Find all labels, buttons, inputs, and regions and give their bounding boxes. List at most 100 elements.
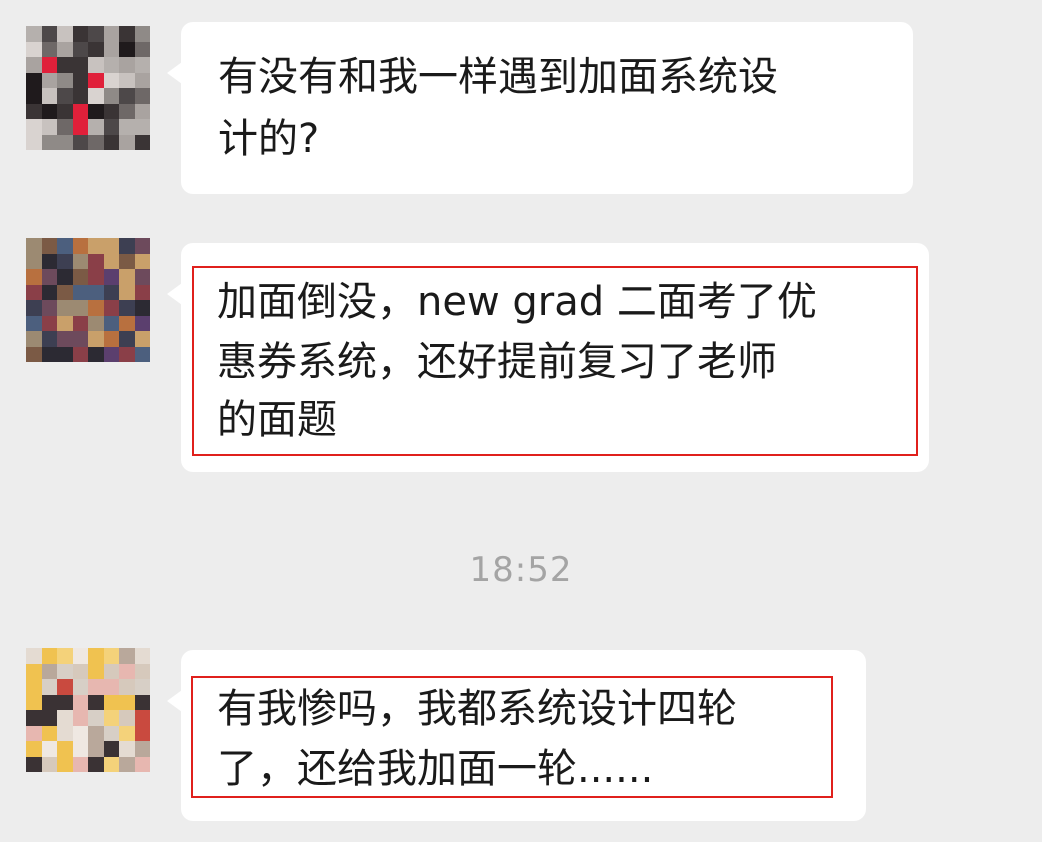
avatar-pixel xyxy=(88,238,104,254)
avatar-pixel xyxy=(119,103,135,119)
avatar-pixel xyxy=(119,648,135,664)
avatar-pixel xyxy=(88,663,104,679)
avatar-pixel xyxy=(41,238,57,254)
avatar-pixel xyxy=(134,725,150,741)
avatar-pixel xyxy=(88,88,104,104)
avatar-pixel xyxy=(88,134,104,150)
avatar-pixel xyxy=(88,300,104,316)
avatar-pixel xyxy=(41,679,57,695)
avatar-pixel xyxy=(119,346,135,362)
avatar-pixel xyxy=(88,741,104,757)
avatar-pixel xyxy=(57,253,73,269)
avatar-pixel xyxy=(88,725,104,741)
avatar-pixel xyxy=(41,57,57,73)
avatar-pixel xyxy=(57,315,73,331)
avatar-pixel xyxy=(119,269,135,285)
avatar-pixel xyxy=(103,103,119,119)
message-line: 加面倒没，new grad 二面考了优 xyxy=(217,279,817,325)
avatar-pixel xyxy=(72,663,88,679)
avatar-pixel xyxy=(72,756,88,772)
avatar-pixel xyxy=(26,300,42,316)
avatar-pixel xyxy=(119,756,135,772)
message-line: 惠券系统，还好提前复习了老师 xyxy=(217,339,777,385)
avatar-pixel xyxy=(88,26,104,42)
avatar-pixel xyxy=(26,725,42,741)
avatar-pixel xyxy=(103,269,119,285)
avatar-pixel xyxy=(103,346,119,362)
message-line: 了，还给我加面一轮...... xyxy=(217,746,654,792)
avatar-pixel xyxy=(72,648,88,664)
avatar-pixel xyxy=(119,238,135,254)
avatar-pixel xyxy=(88,72,104,88)
avatar-pixel xyxy=(103,300,119,316)
avatar-pixel xyxy=(103,315,119,331)
avatar-pixel xyxy=(26,741,42,757)
avatar-pixel xyxy=(88,694,104,710)
avatar-pixel xyxy=(72,238,88,254)
avatar-pixel xyxy=(41,72,57,88)
avatar-pixel xyxy=(41,741,57,757)
avatar[interactable] xyxy=(26,238,150,362)
avatar-pixel xyxy=(26,331,42,347)
avatar-pixel xyxy=(41,710,57,726)
avatar[interactable] xyxy=(26,648,150,772)
avatar-pixel xyxy=(103,663,119,679)
avatar-pixel xyxy=(41,648,57,664)
avatar-pixel xyxy=(103,119,119,135)
message-line: 有我惨吗，我都系统设计四轮 xyxy=(217,686,737,732)
avatar-pixel xyxy=(72,725,88,741)
avatar-pixel xyxy=(103,253,119,269)
avatar-pixel xyxy=(57,41,73,57)
avatar-pixel xyxy=(119,725,135,741)
avatar-pixel xyxy=(41,269,57,285)
avatar-pixel xyxy=(26,41,42,57)
avatar-pixel xyxy=(119,88,135,104)
avatar-pixel xyxy=(41,103,57,119)
avatar-pixel xyxy=(57,679,73,695)
avatar-pixel xyxy=(57,331,73,347)
message-bubble[interactable]: 有我惨吗，我都系统设计四轮 了，还给我加面一轮...... xyxy=(167,650,866,821)
avatar-pixel xyxy=(57,725,73,741)
avatar-pixel xyxy=(72,134,88,150)
message-line: 计的? xyxy=(218,116,320,162)
message-bubble[interactable]: 加面倒没，new grad 二面考了优 惠券系统，还好提前复习了老师 的面题 xyxy=(167,243,929,472)
avatar-pixel xyxy=(41,694,57,710)
avatar-pixel xyxy=(26,679,42,695)
avatar-pixel xyxy=(103,72,119,88)
avatar-pixel xyxy=(134,284,150,300)
avatar-pixel xyxy=(134,41,150,57)
avatar-pixel xyxy=(134,88,150,104)
avatar-pixel xyxy=(41,663,57,679)
message-bubble[interactable]: 有没有和我一样遇到加面系统设 计的? xyxy=(167,22,913,194)
message-line: 的面题 xyxy=(217,397,337,443)
avatar-pixel xyxy=(41,315,57,331)
avatar-pixel xyxy=(134,300,150,316)
avatar-pixel xyxy=(72,300,88,316)
avatar-pixel xyxy=(26,710,42,726)
avatar-pixel xyxy=(72,253,88,269)
avatar-pixel xyxy=(57,710,73,726)
avatar-pixel xyxy=(119,679,135,695)
avatar[interactable] xyxy=(26,26,150,150)
avatar-pixel xyxy=(26,694,42,710)
avatar-pixel xyxy=(72,315,88,331)
avatar-pixel xyxy=(72,679,88,695)
avatar-pixel xyxy=(119,72,135,88)
avatar-pixel xyxy=(103,331,119,347)
avatar-pixel xyxy=(103,679,119,695)
avatar-pixel xyxy=(26,284,42,300)
avatar-pixel xyxy=(88,315,104,331)
avatar-pixel xyxy=(134,648,150,664)
avatar-pixel xyxy=(57,134,73,150)
avatar-pixel xyxy=(72,103,88,119)
avatar-pixel xyxy=(134,741,150,757)
avatar-pixel xyxy=(26,648,42,664)
avatar-pixel xyxy=(119,41,135,57)
avatar-pixel xyxy=(26,88,42,104)
avatar-pixel xyxy=(72,72,88,88)
avatar-pixel xyxy=(88,679,104,695)
avatar-pixel xyxy=(134,756,150,772)
avatar-pixel xyxy=(72,284,88,300)
avatar-pixel xyxy=(41,300,57,316)
avatar-pixel xyxy=(26,72,42,88)
